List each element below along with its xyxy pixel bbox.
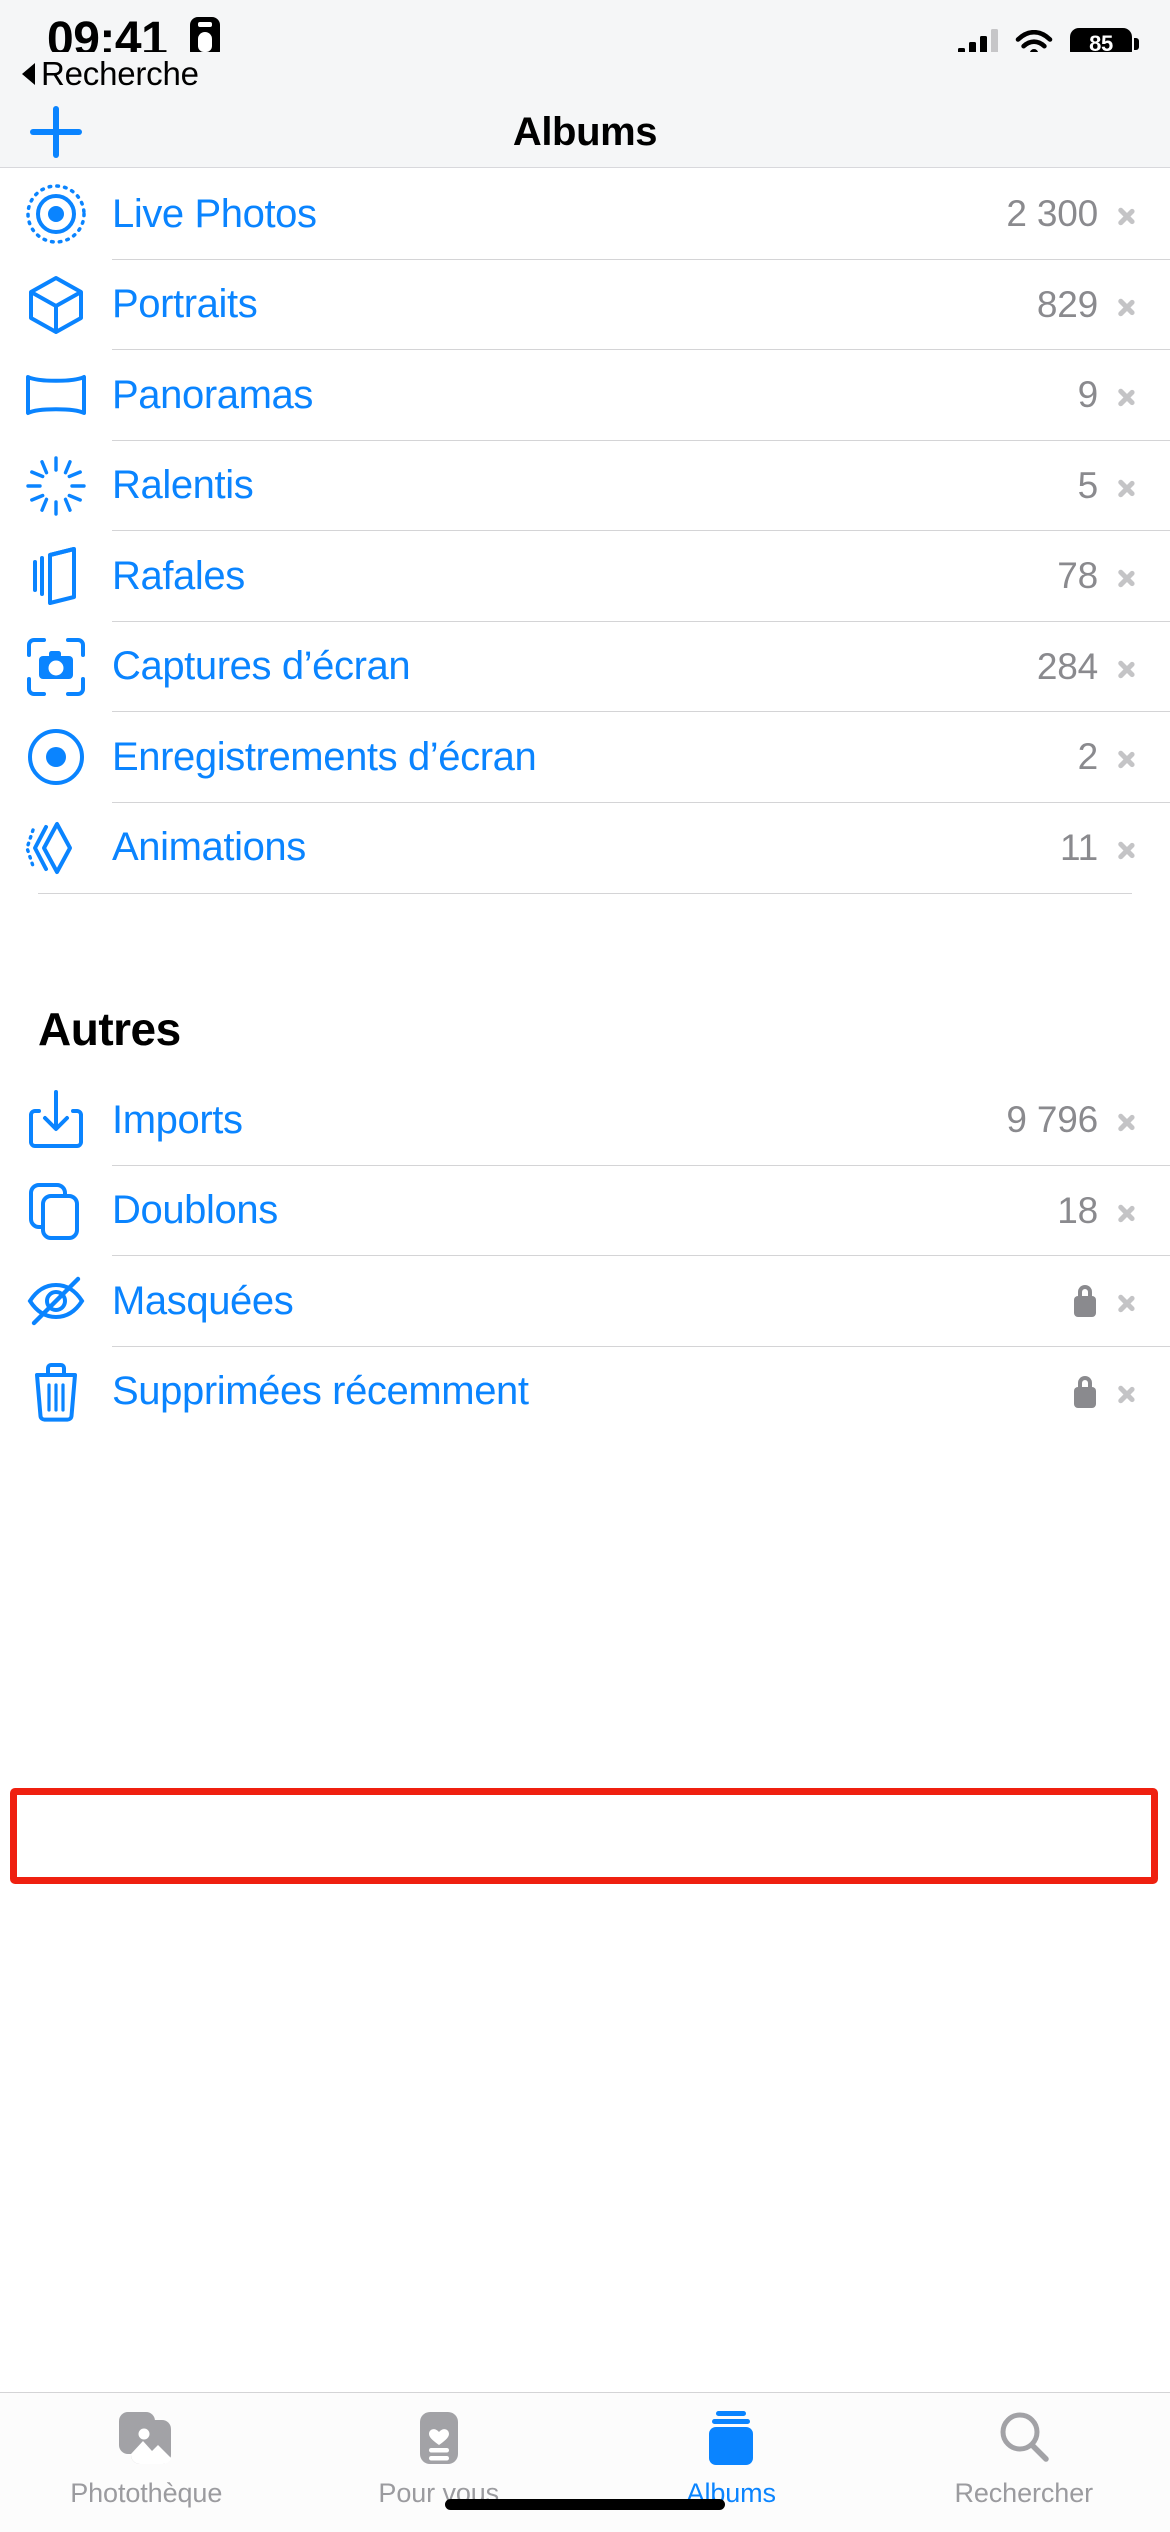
chevron-right-icon <box>1118 560 1136 592</box>
list-item[interactable]: Rafales 78 <box>0 531 1170 622</box>
duplicate-icon <box>0 1166 112 1256</box>
animated-icon <box>0 803 112 893</box>
panorama-icon <box>0 350 112 440</box>
list-item-count: 78 <box>1057 555 1098 597</box>
list-item-accessory: 829 <box>1037 284 1170 326</box>
list-item[interactable]: Panoramas 9 <box>0 350 1170 441</box>
list-item-accessory: 2 300 <box>1006 193 1170 235</box>
trash-icon <box>0 1347 112 1437</box>
list-item-accessory: 9 <box>1078 374 1170 416</box>
section-header-autres: Autres <box>0 983 1170 1075</box>
list-item-label: Ralentis <box>112 463 254 508</box>
list-item-count: 9 796 <box>1006 1099 1098 1141</box>
list-item-label: Imports <box>112 1097 243 1142</box>
list-item-count: 5 <box>1077 464 1099 506</box>
tab-photothèque[interactable]: Photothèque <box>0 2407 293 2509</box>
back-label: Recherche <box>41 55 199 92</box>
list-item-count: 2 <box>1077 736 1099 778</box>
page-title: Albums <box>512 110 658 154</box>
home-indicator[interactable] <box>445 2499 725 2510</box>
chevron-right-icon <box>1118 1285 1136 1317</box>
list-item-accessory: 5 <box>1078 465 1170 507</box>
back-caret-icon <box>22 63 35 85</box>
list-item-label: Rafales <box>112 553 245 598</box>
back-to-recherche-link[interactable]: Recherche <box>0 52 1170 96</box>
list-item-label: Captures d’écran <box>112 644 411 689</box>
chevron-right-icon <box>1118 1376 1136 1408</box>
list-item-count: 2 300 <box>1006 193 1098 235</box>
list-item-accessory: 284 <box>1037 646 1170 688</box>
list-item-accessory: 18 <box>1057 1190 1170 1232</box>
highlight-annotation-doublons <box>10 1788 1158 1884</box>
chevron-right-icon <box>1118 379 1136 411</box>
cube-icon <box>0 260 112 350</box>
list-item-accessory: 9 796 <box>1006 1099 1170 1141</box>
eye-slash-icon <box>0 1256 112 1346</box>
list-item-label: Live Photos <box>112 191 317 236</box>
list-item-label: Enregistrements d’écran <box>112 734 537 779</box>
tab-label: Rechercher <box>954 2478 1094 2508</box>
list-item-label: Masquées <box>112 1278 294 1323</box>
list-item[interactable]: Supprimées récemment <box>0 1346 1170 1437</box>
tab-bar: Photothèque Pour vous Albums Rechercher <box>0 2392 1170 2532</box>
section-top-separator <box>38 893 1132 894</box>
chevron-right-icon <box>1118 832 1136 864</box>
tab-albums[interactable]: Albums <box>585 2407 878 2509</box>
screenshot-camera-icon <box>0 622 112 712</box>
list-item[interactable]: Enregistrements d’écran 2 <box>0 712 1170 803</box>
screen-record-icon <box>0 712 112 802</box>
list-item-label: Portraits <box>112 282 258 327</box>
list-item-accessory: 78 <box>1057 555 1170 597</box>
list-item-count: 284 <box>1036 645 1098 687</box>
tab-pour-vous[interactable]: Pour vous <box>293 2407 586 2509</box>
chevron-right-icon <box>1118 741 1136 773</box>
list-item[interactable]: Imports 9 796 <box>0 1075 1170 1166</box>
list-item[interactable]: Live Photos 2 300 <box>0 169 1170 260</box>
list-item[interactable]: Captures d’écran 284 <box>0 621 1170 712</box>
lock-icon <box>1072 1285 1098 1318</box>
list-item-label: Doublons <box>112 1188 278 1233</box>
list-item-label: Animations <box>112 825 306 870</box>
list-item-doublons[interactable]: Doublons 18 <box>0 1165 1170 1256</box>
chevron-right-icon <box>1118 470 1136 502</box>
lock-icon <box>1072 1375 1098 1408</box>
live-photos-icon <box>0 169 112 259</box>
import-download-icon <box>0 1075 112 1165</box>
slow-motion-icon <box>0 441 112 531</box>
list-item-count: 9 <box>1077 374 1099 416</box>
navigation-bar: Albums <box>0 96 1170 168</box>
section-gap <box>0 893 1170 983</box>
photos-albums-screen: 09:41 85 Recherche Albums Live Photos 2 … <box>0 0 1170 2532</box>
search-magnifier-icon <box>997 2407 1051 2469</box>
photo-library-icon <box>117 2407 175 2469</box>
chevron-right-icon <box>1118 198 1136 230</box>
albums-icon <box>707 2407 755 2469</box>
albums-list: Live Photos 2 300 Portraits 829 Panorama… <box>0 169 1170 1437</box>
chevron-right-icon <box>1118 1104 1136 1136</box>
tab-rechercher[interactable]: Rechercher <box>878 2407 1170 2509</box>
chevron-right-icon <box>1118 289 1136 321</box>
tab-label: Photothèque <box>70 2478 223 2508</box>
list-item-accessory <box>1072 1375 1170 1408</box>
list-item-count: 18 <box>1057 1189 1098 1231</box>
list-item-count: 829 <box>1036 283 1098 325</box>
list-item[interactable]: Portraits 829 <box>0 259 1170 350</box>
list-item[interactable]: Ralentis 5 <box>0 440 1170 531</box>
list-item-count: 11 <box>1059 826 1098 868</box>
chevron-right-icon <box>1118 1195 1136 1227</box>
list-item[interactable]: Masquées <box>0 1256 1170 1347</box>
list-item-label: Supprimées récemment <box>112 1369 529 1414</box>
burst-icon <box>0 531 112 621</box>
chevron-right-icon <box>1118 651 1136 683</box>
list-item[interactable]: Animations 11 <box>0 802 1170 893</box>
list-item-accessory: 2 <box>1078 736 1170 778</box>
list-item-accessory <box>1072 1285 1170 1318</box>
for-you-icon <box>417 2407 461 2469</box>
list-item-label: Panoramas <box>112 372 313 417</box>
list-item-accessory: 11 <box>1060 827 1170 869</box>
